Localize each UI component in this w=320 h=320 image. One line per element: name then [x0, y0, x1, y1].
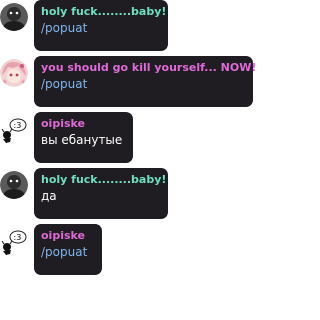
- chat-log: holy fuck........baby! /popuat you shoul…: [0, 0, 257, 320]
- doodle-avatar[interactable]: :3: [0, 116, 28, 144]
- message-bubble: oipiske /popuat: [34, 224, 102, 275]
- doodle-avatar[interactable]: :3: [0, 228, 28, 256]
- message-text: да: [41, 189, 57, 203]
- dark-avatar[interactable]: [0, 171, 28, 199]
- dark-avatar[interactable]: [0, 3, 28, 31]
- author-name[interactable]: holy fuck........baby!: [41, 172, 166, 188]
- message-bubble: you should go kill yourself... NOW! /pop…: [34, 56, 256, 107]
- svg-text::3: :3: [14, 121, 22, 130]
- message-text: /popuat: [41, 77, 88, 91]
- author-name[interactable]: you should go kill yourself... NOW!: [41, 60, 256, 76]
- author-name[interactable]: oipiske: [41, 116, 126, 132]
- message-text: /popuat: [41, 21, 88, 35]
- message-bubble: oipiske вы ебанутые: [34, 112, 133, 163]
- anime-girl-avatar[interactable]: [0, 59, 28, 87]
- message-text: /popuat: [41, 245, 88, 259]
- svg-text::3: :3: [14, 233, 22, 242]
- author-name[interactable]: oipiske: [41, 228, 95, 244]
- message-text: вы ебанутые: [41, 133, 123, 147]
- message-bubble: holy fuck........baby! да: [34, 168, 168, 219]
- message-bubble: holy fuck........baby! /popuat: [34, 0, 168, 51]
- author-name[interactable]: holy fuck........baby!: [41, 4, 166, 20]
